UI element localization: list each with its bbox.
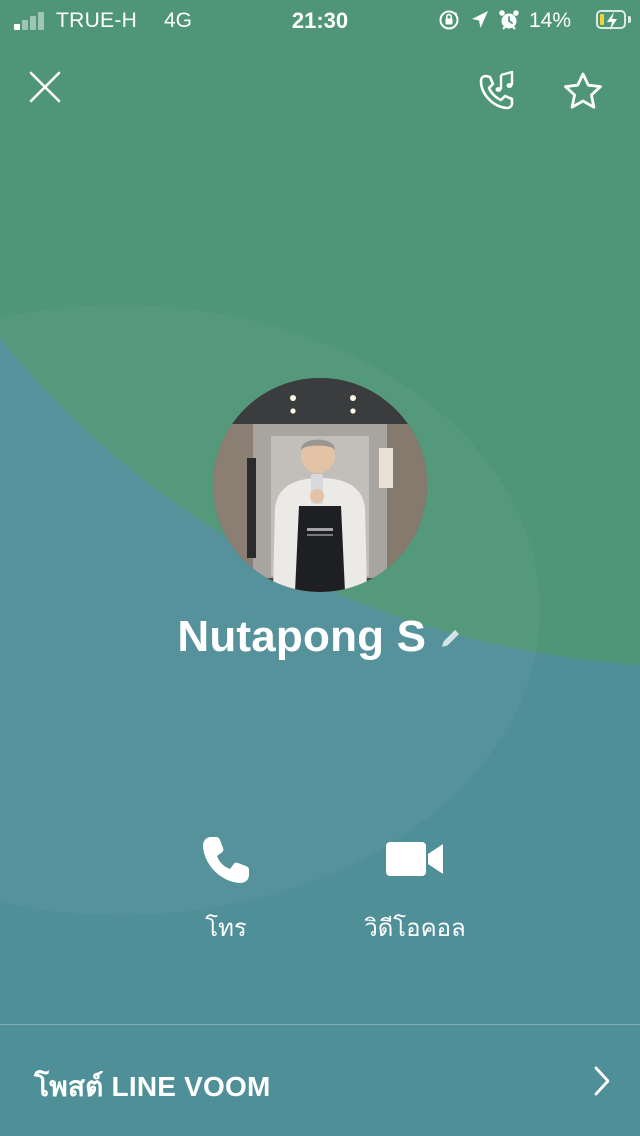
status-bar: TRUE-H 4G 21:30 14% (0, 0, 640, 40)
star-outline-icon[interactable] (561, 70, 605, 114)
line-voom-label: โพสต์ LINE VOOM (34, 1071, 271, 1102)
video-call-label: วิดีโอคอล (364, 915, 466, 942)
phone-icon (126, 830, 326, 900)
status-time: 21:30 (291, 8, 349, 33)
pencil-icon[interactable] (439, 626, 463, 655)
call-label: โทร (205, 915, 247, 942)
alarm-icon (499, 10, 519, 30)
call-button[interactable]: โทร (126, 830, 326, 950)
battery-percentage: 14% (529, 9, 572, 32)
chevron-right-icon (590, 1065, 614, 1102)
avatar[interactable] (213, 378, 427, 592)
network-type: 4G (164, 9, 193, 32)
video-call-button[interactable]: วิดีโอคอล (315, 830, 515, 950)
phone-music-icon[interactable] (476, 70, 520, 114)
status-icons: 14% (438, 8, 638, 34)
location-arrow-icon (472, 11, 488, 28)
close-icon[interactable] (26, 68, 64, 106)
battery-nub (628, 16, 631, 23)
profile-name-row: Nutapong S (0, 612, 640, 672)
line-voom-link[interactable]: โพสต์ LINE VOOM (0, 1025, 640, 1136)
carrier-name: TRUE-H (56, 9, 138, 32)
battery-charging-icon (596, 10, 626, 30)
video-camera-icon (315, 830, 515, 900)
profile-name: Nutapong S (177, 612, 427, 661)
signal-strength-icon (14, 10, 48, 30)
orientation-lock-icon (439, 10, 459, 30)
profile-photo (213, 378, 427, 592)
